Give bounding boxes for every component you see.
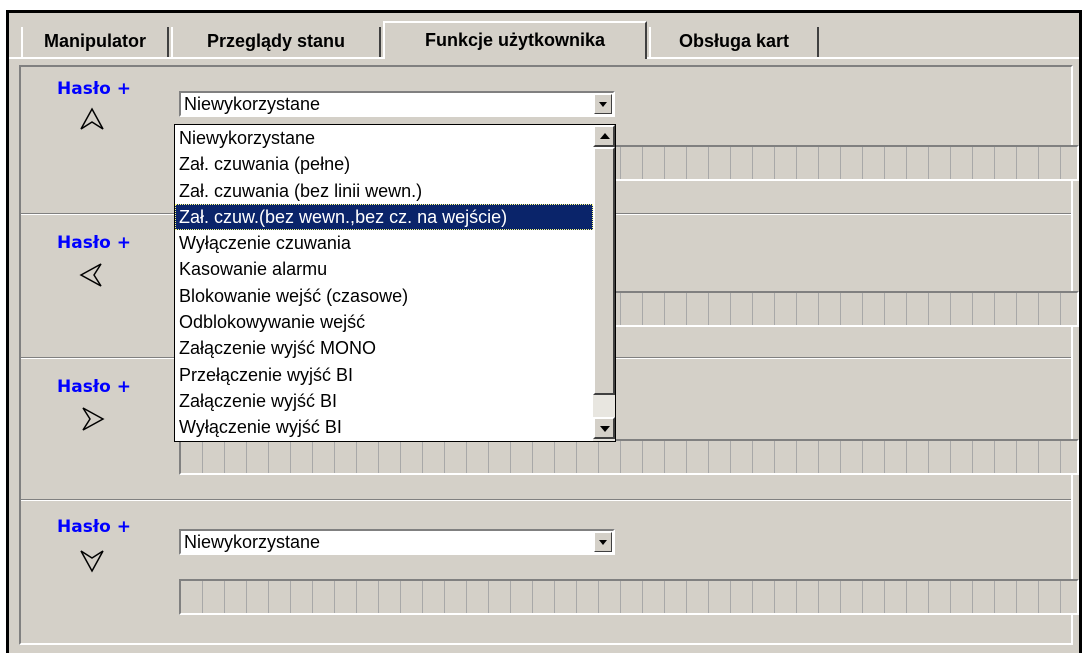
- scroll-up-button[interactable]: [593, 125, 615, 147]
- password-plus-label-left: Hasło +: [57, 233, 131, 253]
- dropdown-option[interactable]: Przełączenie wyjść BI: [175, 362, 593, 388]
- dropdown-scrollbar[interactable]: [593, 125, 615, 441]
- combo-dropdown-button[interactable]: [594, 94, 612, 114]
- arrow-up-icon: [600, 133, 610, 139]
- scroll-thumb[interactable]: [593, 147, 615, 395]
- dropdown-option[interactable]: Blokowanie wejść (czasowe): [175, 283, 593, 309]
- combo-value: Niewykorzystane: [184, 532, 321, 552]
- tab-bar: Manipulator Przeglądy stanu Funkcje użyt…: [9, 13, 1079, 59]
- chevron-down-icon: [599, 540, 607, 545]
- function-combo-down[interactable]: Niewykorzystane: [179, 529, 615, 555]
- code-field-down[interactable]: [179, 579, 1079, 615]
- combo-dropdown-button[interactable]: [594, 532, 612, 552]
- down-arrow-icon: [80, 550, 104, 573]
- function-dropdown-list[interactable]: Niewykorzystane Zał. czuwania (pełne) Zał.…: [174, 124, 616, 442]
- dropdown-option[interactable]: Zał. czuwania (bez linii wewn.): [175, 178, 593, 204]
- tab-obsluga-kart[interactable]: Obsługa kart: [649, 27, 819, 57]
- dropdown-option[interactable]: Zał. czuwania (pełne): [175, 151, 593, 177]
- chevron-down-icon: [599, 102, 607, 107]
- right-arrow-icon: [82, 407, 105, 431]
- dropdown-option[interactable]: Załączenie wyjść MONO: [175, 335, 593, 361]
- left-arrow-icon: [79, 263, 102, 287]
- dropdown-option[interactable]: Niewykorzystane: [175, 125, 593, 151]
- scroll-down-button[interactable]: [593, 417, 615, 439]
- password-plus-label-down: Hasło +: [57, 517, 131, 537]
- function-combo-up[interactable]: Niewykorzystane: [179, 91, 615, 117]
- tab-funkcje-uzytkownika[interactable]: Funkcje użytkownika: [383, 21, 647, 59]
- section-divider: [21, 499, 1071, 501]
- dropdown-option[interactable]: Odblokowywanie wejść: [175, 309, 593, 335]
- arrow-down-icon: [600, 426, 610, 432]
- dropdown-option[interactable]: Kasowanie alarmu: [175, 256, 593, 282]
- combo-value: Niewykorzystane: [184, 94, 321, 114]
- dropdown-option[interactable]: Zał. czuw.(bez wewn.,bez cz. na wejście): [175, 203, 593, 231]
- dropdown-options: Niewykorzystane Zał. czuwania (pełne) Zał.…: [175, 125, 593, 441]
- up-arrow-icon: [80, 107, 104, 130]
- code-field-right[interactable]: [179, 439, 1079, 475]
- dropdown-option[interactable]: Wyłączenie czuwania: [175, 230, 593, 256]
- password-plus-label-up: Hasło +: [57, 79, 131, 99]
- dropdown-option[interactable]: Załączenie wyjść BI: [175, 388, 593, 414]
- tab-manipulator[interactable]: Manipulator: [21, 27, 169, 57]
- password-plus-label-right: Hasło +: [57, 377, 131, 397]
- dropdown-option[interactable]: Wyłączenie wyjść BI: [175, 414, 593, 440]
- tab-przeglady-stanu[interactable]: Przeglądy stanu: [171, 27, 381, 57]
